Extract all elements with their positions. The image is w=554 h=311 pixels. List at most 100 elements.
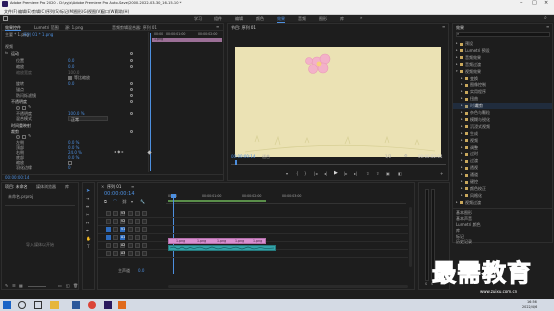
slip-tool-icon[interactable]: ↔: [86, 221, 89, 225]
taskbar-app-folder-icon[interactable]: [50, 301, 59, 309]
workspace-tab-learn[interactable]: 学习: [194, 16, 202, 21]
menu-file[interactable]: 文件(F): [4, 9, 17, 14]
sync-lock-button[interactable]: [128, 211, 133, 216]
menu-sequence[interactable]: 序列(S): [46, 9, 60, 14]
expand-chevron-icon[interactable]: ▸: [461, 159, 463, 162]
zoom-slider[interactable]: [28, 286, 46, 287]
ripple-edit-tool-icon[interactable]: ⇹: [86, 205, 89, 209]
lock-track-button[interactable]: [113, 235, 118, 240]
workspace-tab-audio[interactable]: 音频: [298, 16, 306, 21]
crop-mask-ellipse-icon[interactable]: [16, 135, 20, 139]
pm-scrubber[interactable]: [231, 162, 446, 165]
media-browser-tab[interactable]: 媒体浏览器: [36, 185, 56, 189]
taskview-icon[interactable]: [34, 301, 42, 309]
opacity-label[interactable]: 不透明度: [11, 100, 27, 104]
menu-help[interactable]: 帮助(H): [115, 9, 129, 14]
play-icon[interactable]: ▶: [334, 171, 338, 176]
mask-ellipse-icon[interactable]: [16, 106, 20, 110]
source-patch-button[interactable]: [106, 227, 111, 232]
taskbar-app-orange-icon[interactable]: [118, 301, 126, 309]
timeline-tab[interactable]: 序列 01: [107, 185, 121, 189]
pen-tool-icon[interactable]: ✒: [86, 229, 89, 233]
taskbar-app-premiere-icon[interactable]: [104, 301, 112, 309]
anchor-reset-icon[interactable]: [130, 88, 133, 91]
mask-rect-icon[interactable]: [22, 106, 26, 110]
toggle-output-button[interactable]: [135, 211, 140, 216]
effects-tree-item[interactable]: ▾ 视频效果: [453, 69, 552, 75]
lock-track-button[interactable]: [113, 251, 118, 256]
position-value[interactable]: 0.0: [68, 59, 74, 63]
history-item[interactable]: 历史记录: [456, 240, 472, 244]
expand-chevron-icon[interactable]: ▸: [461, 145, 463, 149]
effects-tree-item[interactable]: ▸ 调整: [453, 145, 552, 151]
tab-audio-clip-mixer[interactable]: 音频剪辑混合器: 序列 01: [112, 26, 157, 30]
libraries-tab[interactable]: 库: [65, 185, 69, 189]
pm-settings-icon[interactable]: ⚙: [404, 154, 408, 158]
lift-icon[interactable]: ⇧: [366, 172, 369, 176]
expand-chevron-icon[interactable]: ▸: [461, 90, 463, 93]
tab-source[interactable]: 源: 1.png: [65, 26, 83, 30]
effects-tree-item[interactable]: ▸ Lumetri 预设: [453, 48, 552, 54]
mute-button[interactable]: [142, 219, 147, 224]
workspace-tab-graphics[interactable]: 图形: [319, 16, 327, 21]
expand-chevron-icon[interactable]: ▸: [456, 55, 458, 59]
video-clip-v1[interactable]: 1.png 1.png 1.png 1.png 1.png: [168, 238, 266, 244]
taskbar-date[interactable]: 2022/4/6: [522, 305, 537, 309]
list-view-icon[interactable]: ☰: [12, 284, 16, 288]
source-patch-button[interactable]: [106, 235, 111, 240]
rotation-value[interactable]: 0.0: [68, 82, 74, 86]
panel-menu-icon[interactable]: ≡: [216, 25, 219, 29]
crop-fx-label[interactable]: 裁剪: [11, 130, 19, 134]
toggle-output-button[interactable]: [135, 227, 140, 232]
new-bin-icon[interactable]: ▭: [58, 284, 62, 288]
start-button-icon[interactable]: [3, 301, 11, 309]
mark-in-icon[interactable]: {: [296, 172, 299, 176]
menu-graphics[interactable]: 图形(G): [74, 9, 88, 14]
feather-value[interactable]: 0: [68, 166, 71, 170]
pm-timecode-current[interactable]: 00:00:00:14: [231, 155, 255, 159]
effects-tree-item-selected[interactable]: 裁剪: [453, 103, 552, 109]
expand-chevron-icon[interactable]: ▸: [461, 179, 463, 183]
toggle-output-button[interactable]: [135, 243, 140, 248]
crop-bottom-value[interactable]: 0.0 %: [68, 156, 79, 160]
sync-lock-button[interactable]: [128, 235, 133, 240]
track-select-tool-icon[interactable]: ⇥: [86, 197, 89, 201]
razor-tool-icon[interactable]: ✂: [86, 213, 89, 217]
source-patch-button[interactable]: [106, 251, 111, 256]
mask-pen-icon[interactable]: ✎: [28, 105, 31, 109]
project-search-input[interactable]: [5, 202, 75, 206]
expand-chevron-icon[interactable]: ▸: [461, 193, 463, 197]
scale-reset-icon[interactable]: [130, 65, 133, 68]
pm-quality-value[interactable]: 1/2: [385, 155, 391, 159]
expand-chevron-icon[interactable]: ▸: [461, 83, 463, 86]
crop-reset-icon[interactable]: [130, 130, 133, 133]
effects-tree-item[interactable]: ▸ 风格化: [453, 193, 552, 199]
blend-mode-dropdown[interactable]: 正常: [68, 116, 108, 121]
timeline-timecode[interactable]: 00:00:00:14: [104, 192, 135, 197]
lock-track-button[interactable]: [113, 211, 118, 216]
pm-fit-dropdown[interactable]: 适合: [262, 154, 278, 159]
expand-chevron-icon[interactable]: ▸: [461, 117, 463, 121]
new-item-icon[interactable]: ◱: [66, 284, 70, 288]
anti-flicker-reset-icon[interactable]: [130, 94, 133, 97]
work-area-bar[interactable]: [168, 200, 266, 202]
effects-tree-item[interactable]: ▸ 实用程序: [453, 89, 552, 95]
effects-tree-item[interactable]: ▸ 键控: [453, 179, 552, 185]
effects-tree-item[interactable]: ▸ 扭曲: [453, 96, 552, 102]
effects-tree-item[interactable]: ▸ 音频效果: [453, 55, 552, 61]
essential-graphics-item[interactable]: 基本图形: [456, 211, 472, 215]
uniform-scale-checkbox[interactable]: [68, 76, 72, 80]
sync-lock-button[interactable]: [128, 243, 133, 248]
workspace-tab-effects[interactable]: 效果: [277, 16, 285, 23]
timeline-menu-icon[interactable]: ≡: [131, 185, 134, 189]
tab-lumetri-scopes[interactable]: Lumetri 范围: [34, 26, 59, 30]
program-video-frame[interactable]: [235, 47, 441, 157]
taskbar-app-word-icon[interactable]: [72, 301, 80, 309]
sync-lock-button[interactable]: [128, 219, 133, 224]
tab-effect-controls[interactable]: 效果控件: [5, 26, 21, 31]
expand-chevron-icon[interactable]: ▸: [461, 165, 463, 169]
menu-clip[interactable]: 剪辑(C): [32, 9, 46, 14]
type-tool-icon[interactable]: T: [87, 245, 89, 249]
source-patch-button[interactable]: [106, 211, 111, 216]
expand-chevron-icon[interactable]: ▾: [456, 69, 458, 73]
